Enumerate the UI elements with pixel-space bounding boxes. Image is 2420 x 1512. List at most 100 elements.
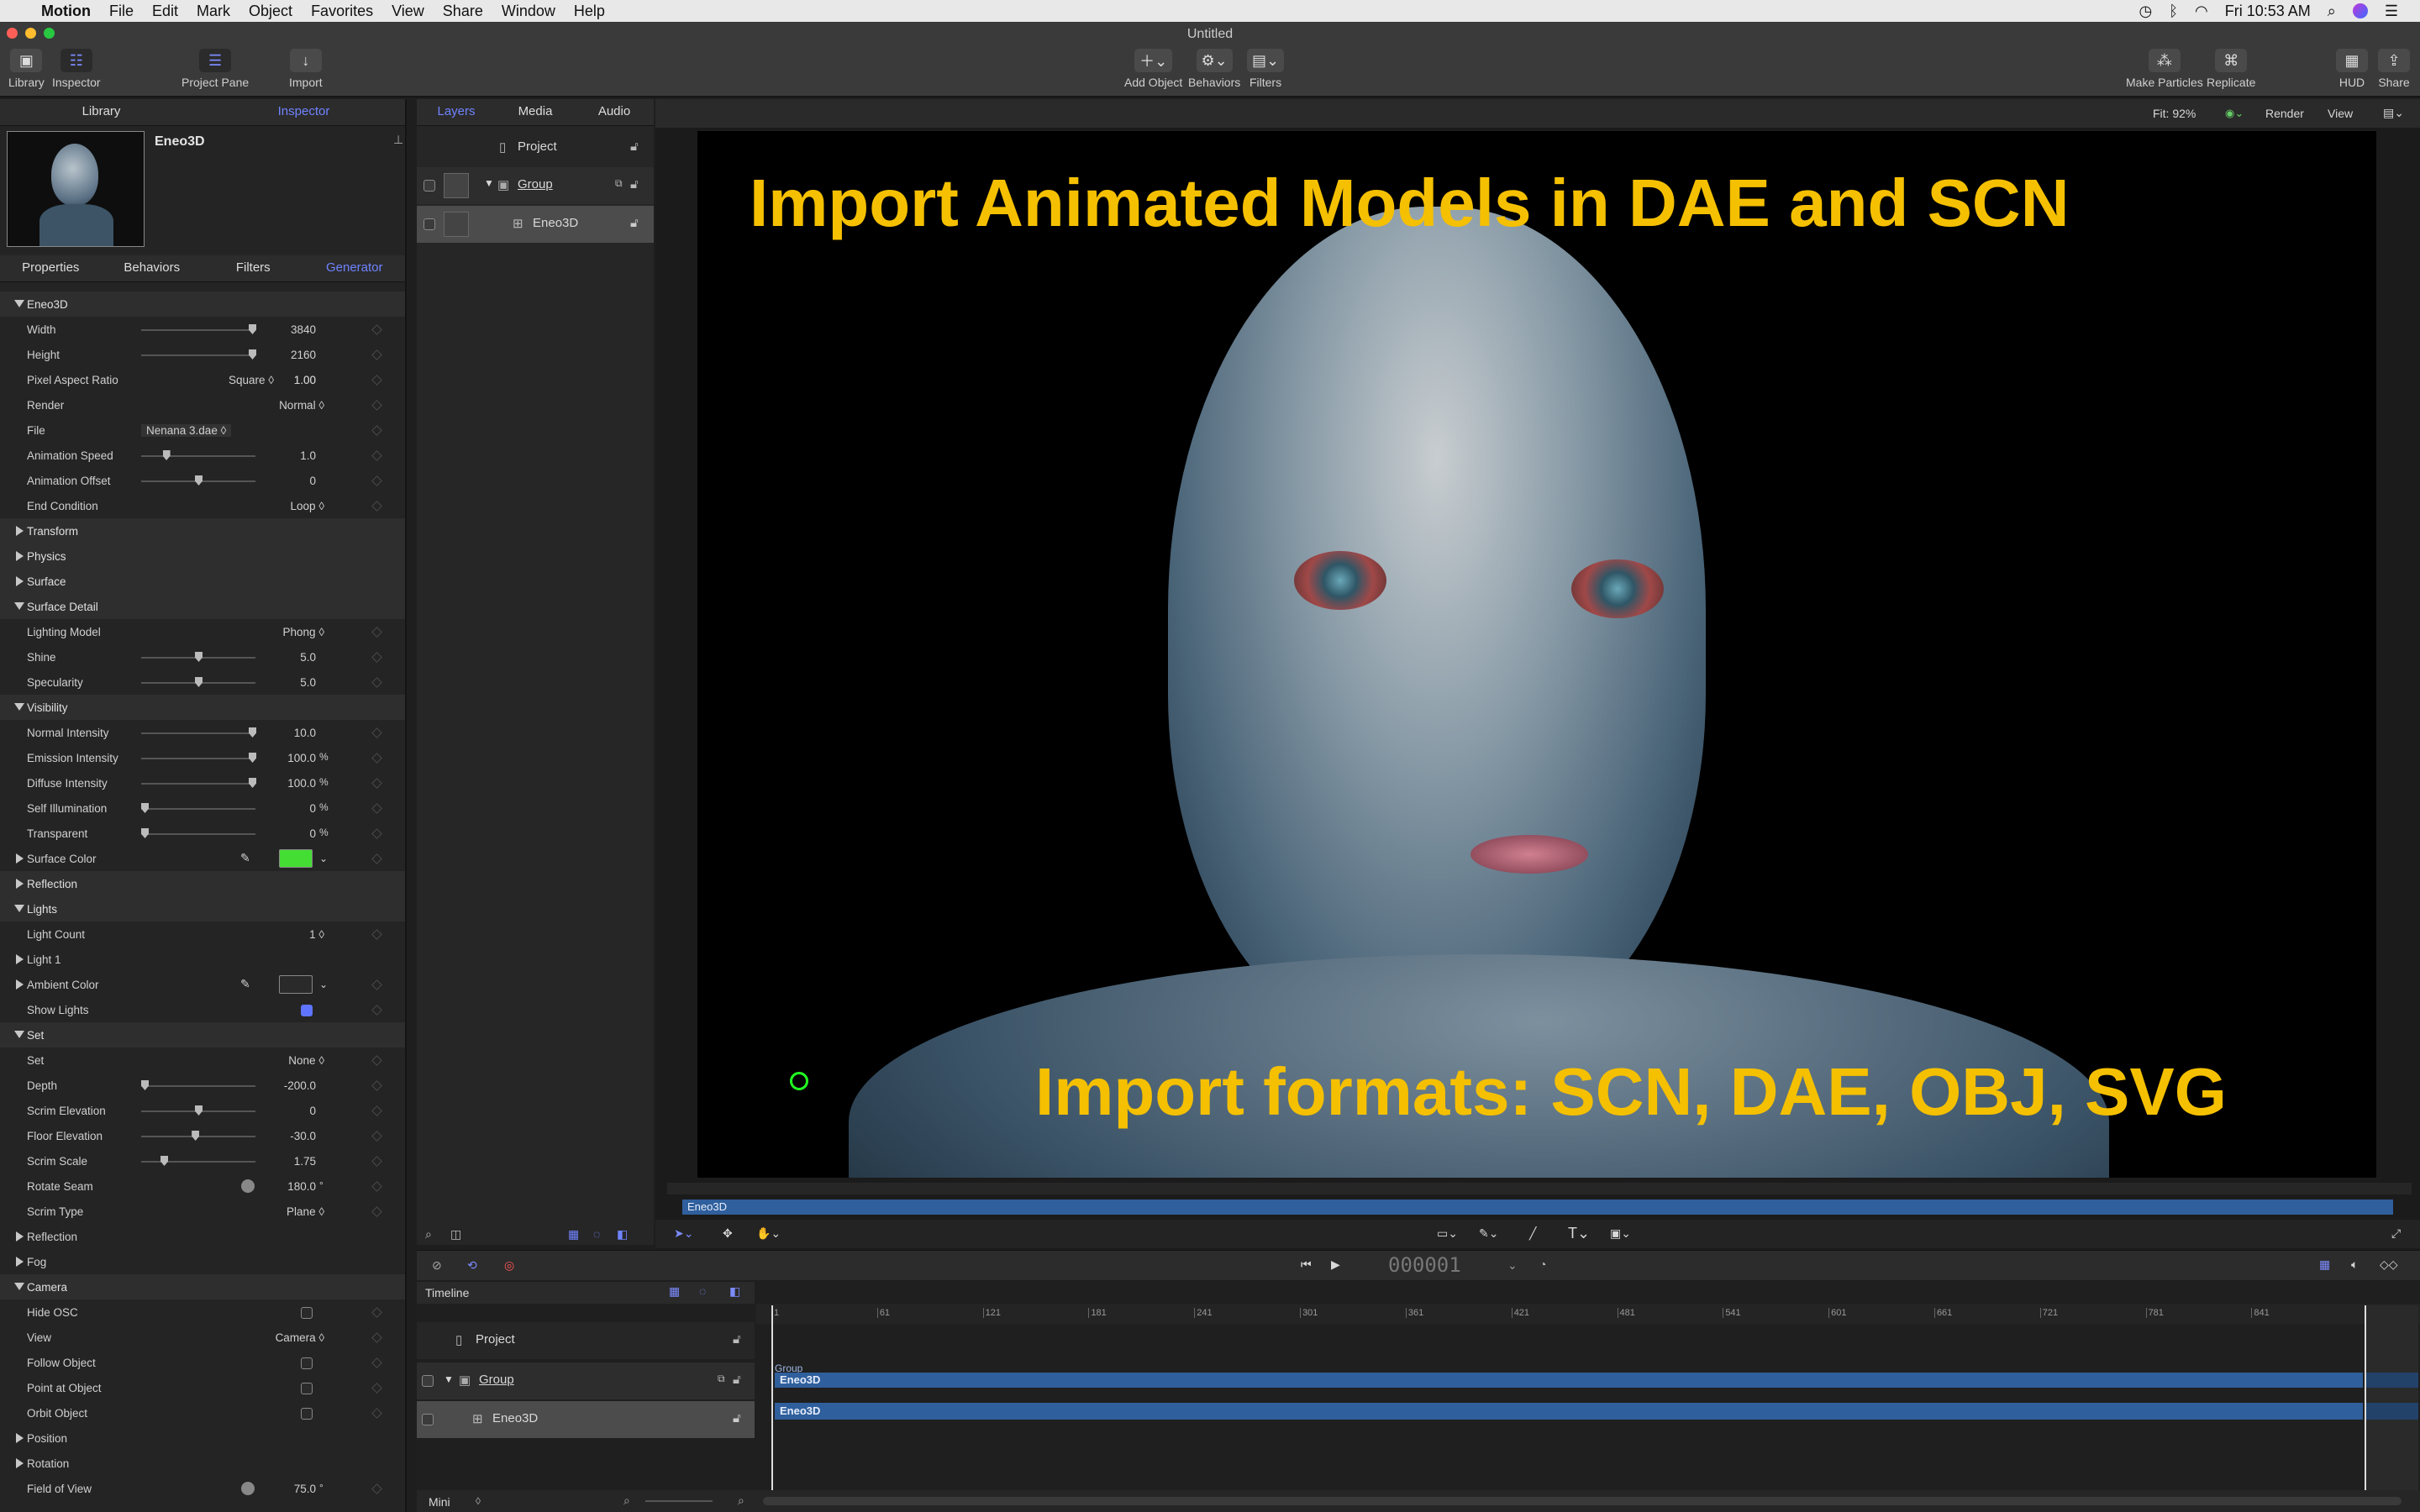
timeline-eneo3d-lock-icon[interactable]: 🔓︎ bbox=[733, 1411, 741, 1425]
param-slider[interactable] bbox=[141, 778, 256, 788]
audio-mute-icon[interactable]: ⊘ bbox=[432, 1258, 442, 1273]
param-value[interactable]: 100.0 bbox=[249, 777, 316, 790]
keyframe-icon[interactable] bbox=[371, 979, 382, 990]
param-popup[interactable]: Plane ◊ bbox=[240, 1205, 324, 1218]
view-popup[interactable]: View bbox=[2328, 107, 2353, 120]
timeline-row-project[interactable]: ▯ Project 🔓︎ bbox=[417, 1322, 755, 1359]
fit-zoom-popup[interactable]: Fit: 92% bbox=[2153, 107, 2196, 120]
param-value[interactable]: 2160 bbox=[249, 349, 316, 361]
import-button[interactable]: ↓ Import bbox=[289, 49, 323, 89]
param-slider[interactable] bbox=[141, 324, 256, 334]
notification-center-icon[interactable]: ☰ bbox=[2385, 3, 2398, 20]
disclosure-closed-icon[interactable] bbox=[16, 879, 24, 889]
filter-icon[interactable]: ▦ bbox=[568, 1227, 579, 1242]
mini-timeline-clip[interactable]: Eneo3D bbox=[682, 1200, 2393, 1215]
keyframe-icon[interactable] bbox=[371, 778, 382, 789]
menu-object[interactable]: Object bbox=[239, 3, 302, 20]
param-slider[interactable] bbox=[141, 349, 256, 360]
mask-tool-icon[interactable]: ▣⌄ bbox=[1610, 1226, 1631, 1241]
tab-behaviors[interactable]: Behaviors bbox=[102, 255, 203, 281]
timeline-filter-icon[interactable]: ▦ bbox=[669, 1284, 680, 1299]
siri-icon[interactable] bbox=[2352, 3, 2368, 18]
slider-thumb[interactable] bbox=[141, 828, 149, 838]
param-camera[interactable]: Camera bbox=[0, 1274, 405, 1299]
param-fog[interactable]: Fog bbox=[0, 1249, 405, 1274]
tab-properties[interactable]: Properties bbox=[0, 255, 102, 281]
keyframe-icon[interactable] bbox=[371, 853, 382, 864]
param-position[interactable]: Position bbox=[0, 1425, 405, 1451]
fullscreen-icon[interactable]: ⤢ bbox=[2391, 1226, 2401, 1241]
disclosure-closed-icon[interactable] bbox=[16, 853, 24, 864]
param-reflection[interactable]: Reflection bbox=[0, 871, 405, 896]
keyframe-icon[interactable] bbox=[371, 677, 382, 688]
param-slider[interactable] bbox=[141, 753, 256, 763]
add-object-button[interactable]: ＋⌄ Add Object bbox=[1124, 49, 1182, 89]
chevron-down-icon[interactable]: ⌄ bbox=[319, 853, 328, 864]
param-slider[interactable] bbox=[141, 803, 255, 813]
keyframe-icon[interactable] bbox=[371, 400, 382, 411]
disclosure-closed-icon[interactable] bbox=[16, 1257, 24, 1267]
group-options-icon[interactable]: ⧉ bbox=[615, 177, 623, 190]
keyframe-icon[interactable] bbox=[371, 450, 382, 461]
param-rotation[interactable]: Rotation bbox=[0, 1451, 405, 1476]
param-slider[interactable] bbox=[141, 828, 255, 838]
select-tool-icon[interactable]: ➤⌄ bbox=[674, 1226, 693, 1241]
menu-window[interactable]: Window bbox=[492, 3, 565, 20]
disclosure-closed-icon[interactable] bbox=[16, 551, 24, 561]
audio-timeline-icon[interactable]: 🔈︎ bbox=[2351, 1257, 2358, 1272]
param-value[interactable]: 1.00 bbox=[249, 374, 316, 386]
menu-share[interactable]: Share bbox=[434, 3, 492, 20]
keyframe-icon[interactable] bbox=[371, 1080, 382, 1091]
keyframe-icon[interactable] bbox=[371, 627, 382, 638]
timecode-options-icon[interactable]: ⌄ bbox=[1507, 1258, 1518, 1273]
tab-library[interactable]: Library bbox=[0, 99, 203, 125]
param-light-1[interactable]: Light 1 bbox=[0, 947, 405, 972]
tab-audio[interactable]: Audio bbox=[575, 99, 654, 125]
project-pane-button[interactable]: ☰ Project Pane bbox=[182, 49, 249, 89]
mini-timeline-ruler[interactable] bbox=[667, 1183, 2412, 1194]
timeline-group-disclosure-icon[interactable]: ▼ bbox=[444, 1373, 454, 1385]
keyframe-icon[interactable] bbox=[371, 349, 382, 360]
keyframe-icon[interactable] bbox=[371, 1131, 382, 1142]
param-value[interactable]: 0 bbox=[249, 802, 316, 815]
param-slider[interactable] bbox=[141, 475, 255, 486]
playhead[interactable] bbox=[771, 1305, 773, 1490]
keyframe-icon[interactable] bbox=[371, 1055, 382, 1066]
timing-icon[interactable]: ◔ bbox=[1539, 1257, 1546, 1271]
param-popup[interactable]: Normal ◊ bbox=[240, 399, 324, 412]
param-value[interactable]: 3840 bbox=[249, 323, 316, 336]
tab-layers[interactable]: Layers bbox=[417, 99, 496, 125]
disclosure-closed-icon[interactable] bbox=[16, 979, 24, 990]
timeline-row-group[interactable]: ▼ ▣ Group ⧉ 🔓︎ bbox=[417, 1362, 755, 1399]
slider-thumb[interactable] bbox=[162, 450, 171, 460]
timeline-mask-icon[interactable]: ◧ bbox=[729, 1284, 740, 1299]
spotlight-search-icon[interactable]: ⌕ bbox=[2328, 3, 2336, 20]
search-icon[interactable]: ⌕ bbox=[425, 1227, 432, 1242]
param-checkbox[interactable] bbox=[301, 1408, 313, 1420]
inspector-button[interactable]: ☷ Inspector bbox=[52, 49, 101, 89]
param-slider[interactable] bbox=[141, 1105, 255, 1116]
timeline-eneo3d-checkbox[interactable] bbox=[422, 1414, 434, 1425]
share-button[interactable]: ⇪ Share bbox=[2378, 49, 2410, 89]
keyframe-icon[interactable] bbox=[371, 929, 382, 940]
param-physics[interactable]: Physics bbox=[0, 543, 405, 569]
param-surface-detail[interactable]: Surface Detail bbox=[0, 594, 405, 619]
slider-thumb[interactable] bbox=[192, 1131, 200, 1141]
layer-group-checkbox[interactable] bbox=[424, 180, 435, 192]
wifi-icon[interactable]: ◠ bbox=[2195, 3, 2208, 20]
keyframe-icon[interactable] bbox=[371, 1005, 382, 1016]
param-value[interactable]: 0 bbox=[249, 475, 316, 487]
filters-button[interactable]: ▤⌄ Filters bbox=[1247, 49, 1285, 89]
track-group-bar[interactable]: Eneo3D bbox=[775, 1373, 2363, 1388]
timeline-behavior-icon[interactable]: ◌ bbox=[699, 1284, 706, 1298]
param-popup[interactable]: None ◊ bbox=[240, 1054, 324, 1067]
param-set[interactable]: Set bbox=[0, 1022, 405, 1047]
timecode-display[interactable]: 000001 bbox=[1388, 1253, 1461, 1277]
group-lock-icon[interactable]: 🔓︎ bbox=[630, 177, 639, 192]
behaviors-button[interactable]: ⚙⌄ Behaviors bbox=[1188, 49, 1240, 89]
tab-inspector[interactable]: Inspector bbox=[203, 99, 405, 125]
lock-icon[interactable]: 🔓︎ bbox=[630, 139, 639, 154]
timeline-group-lock-icon[interactable]: 🔓︎ bbox=[733, 1373, 741, 1387]
disclosure-closed-icon[interactable] bbox=[16, 1458, 24, 1468]
param-slider[interactable] bbox=[141, 727, 256, 738]
